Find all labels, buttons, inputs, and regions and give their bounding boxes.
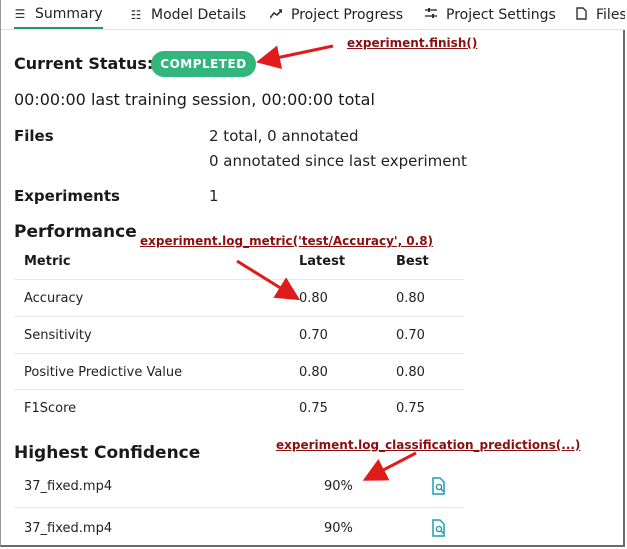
arrow-to-confidence <box>362 451 417 481</box>
arrow-to-status-badge <box>256 44 334 70</box>
annotation-arrows <box>236 44 417 481</box>
arrow-to-accuracy-latest <box>236 259 301 301</box>
